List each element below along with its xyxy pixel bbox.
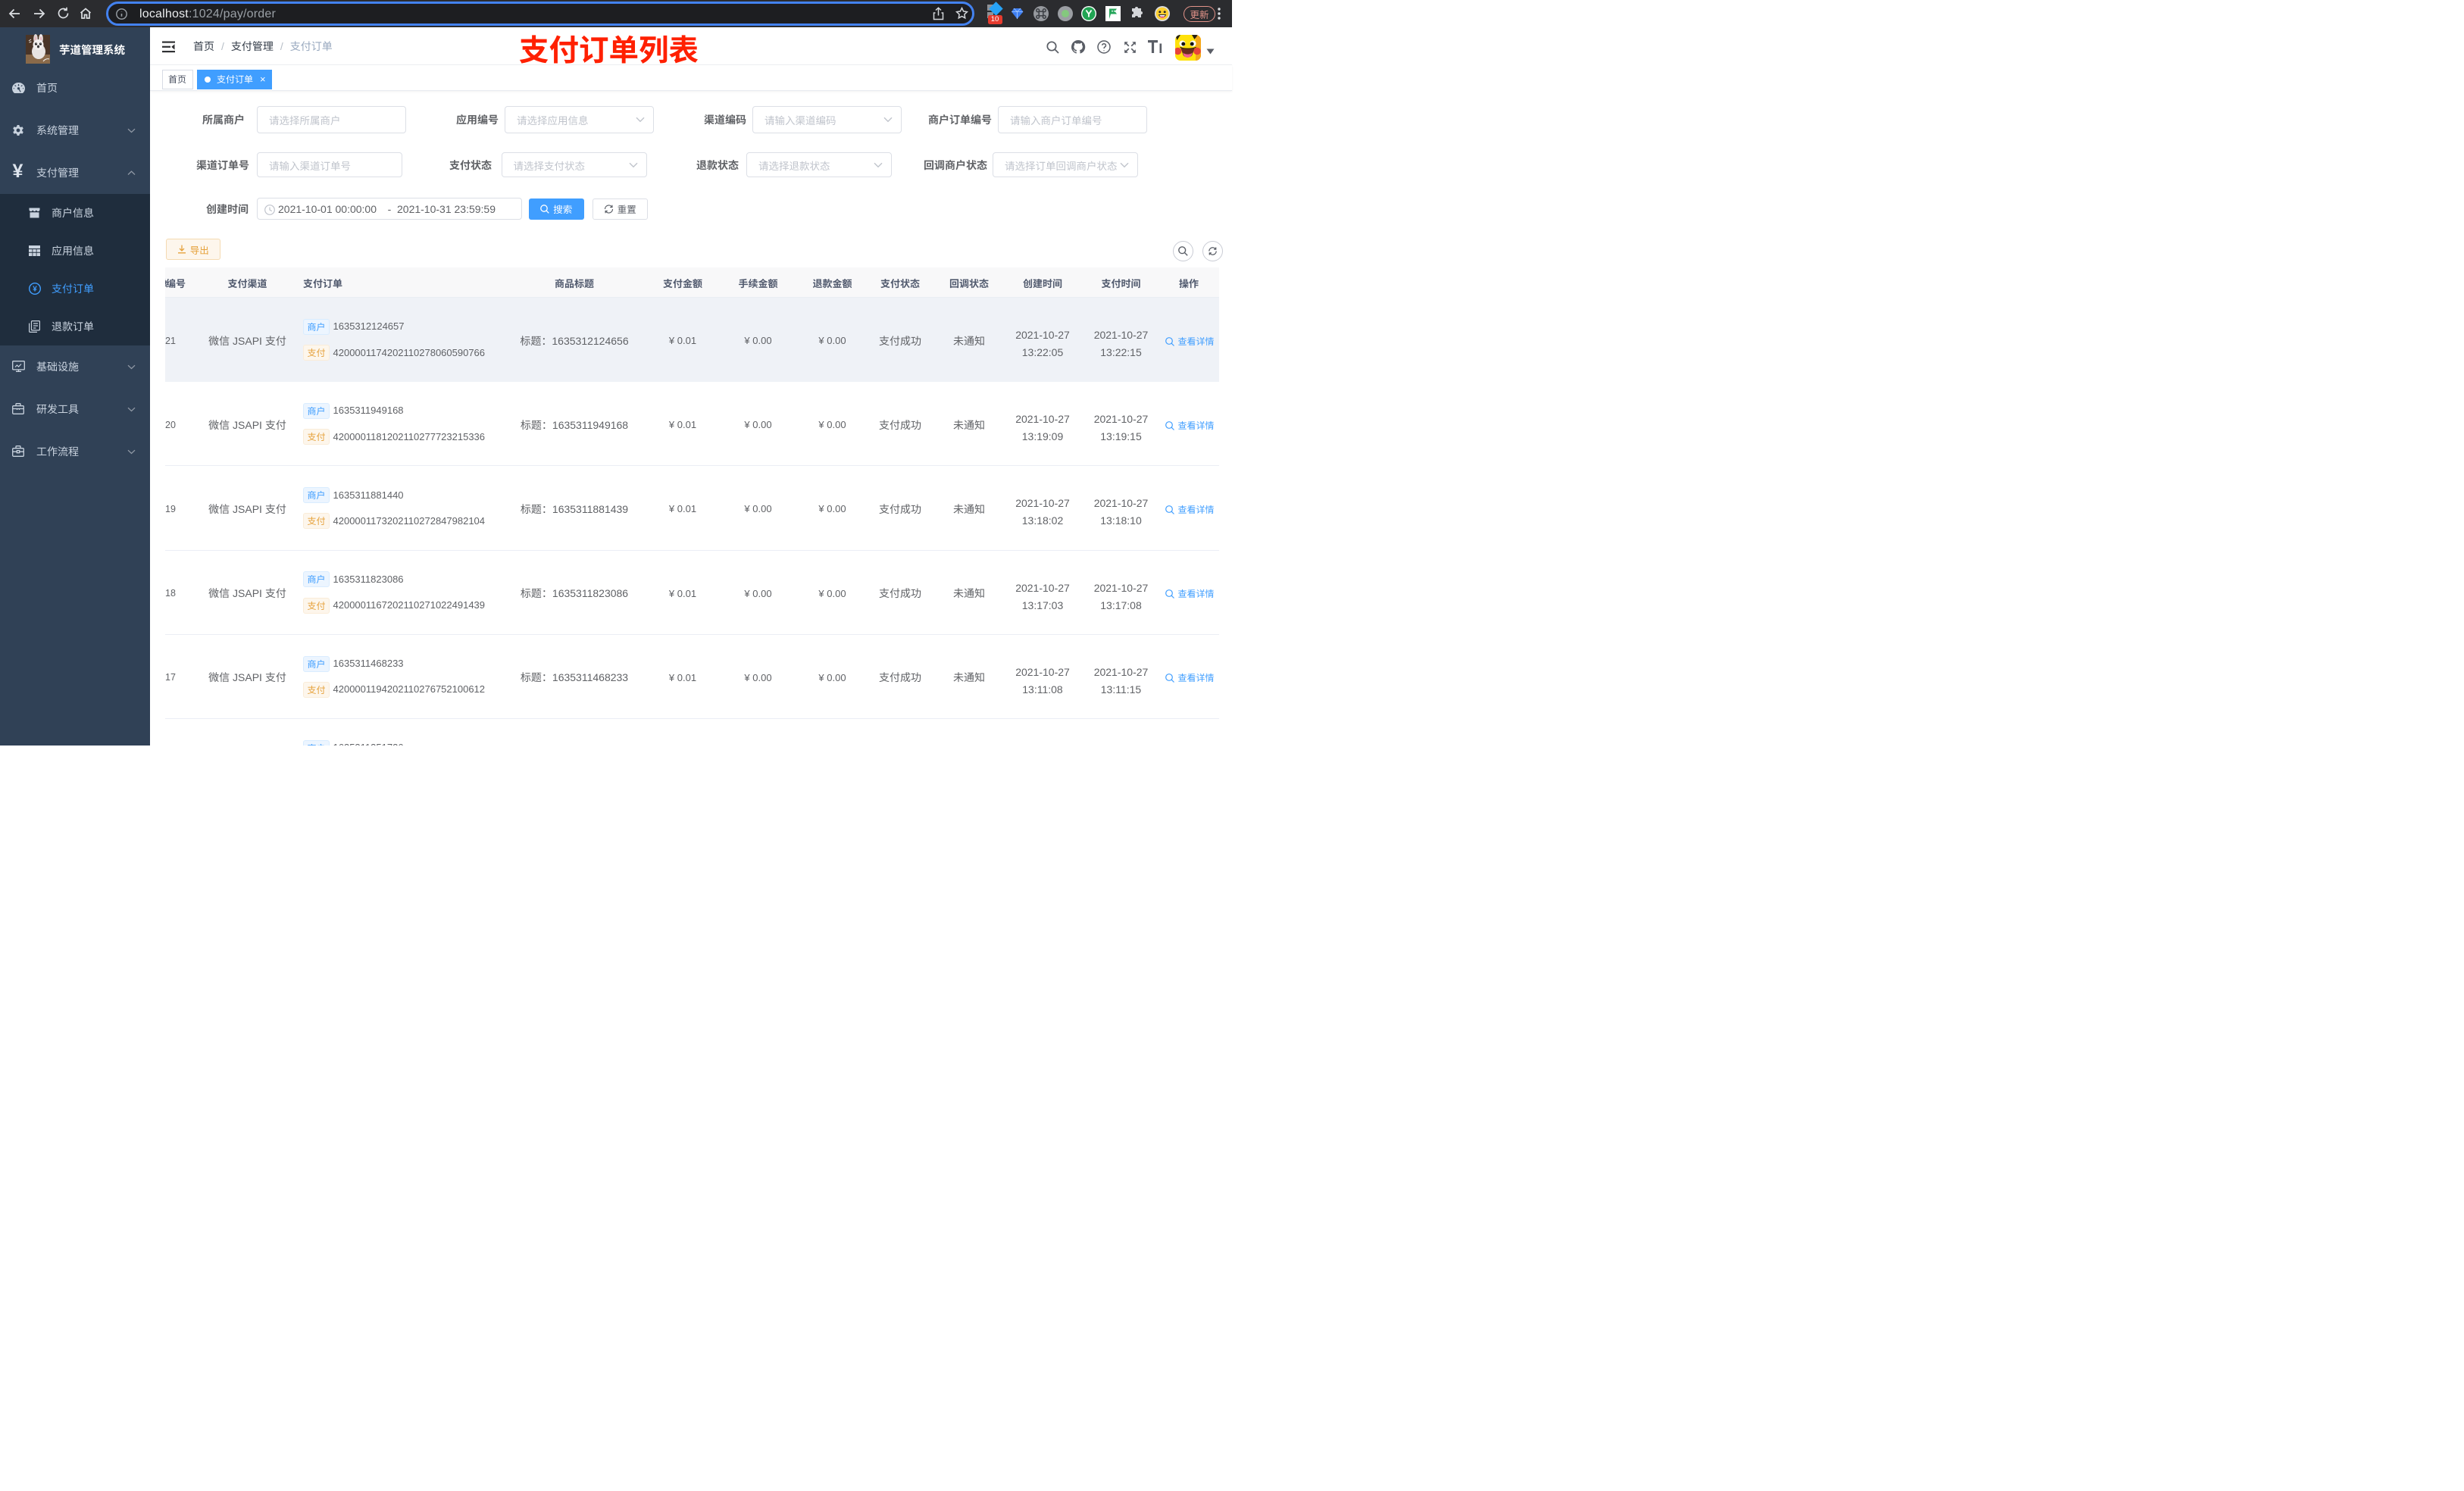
svg-text:¥: ¥	[33, 286, 37, 294]
